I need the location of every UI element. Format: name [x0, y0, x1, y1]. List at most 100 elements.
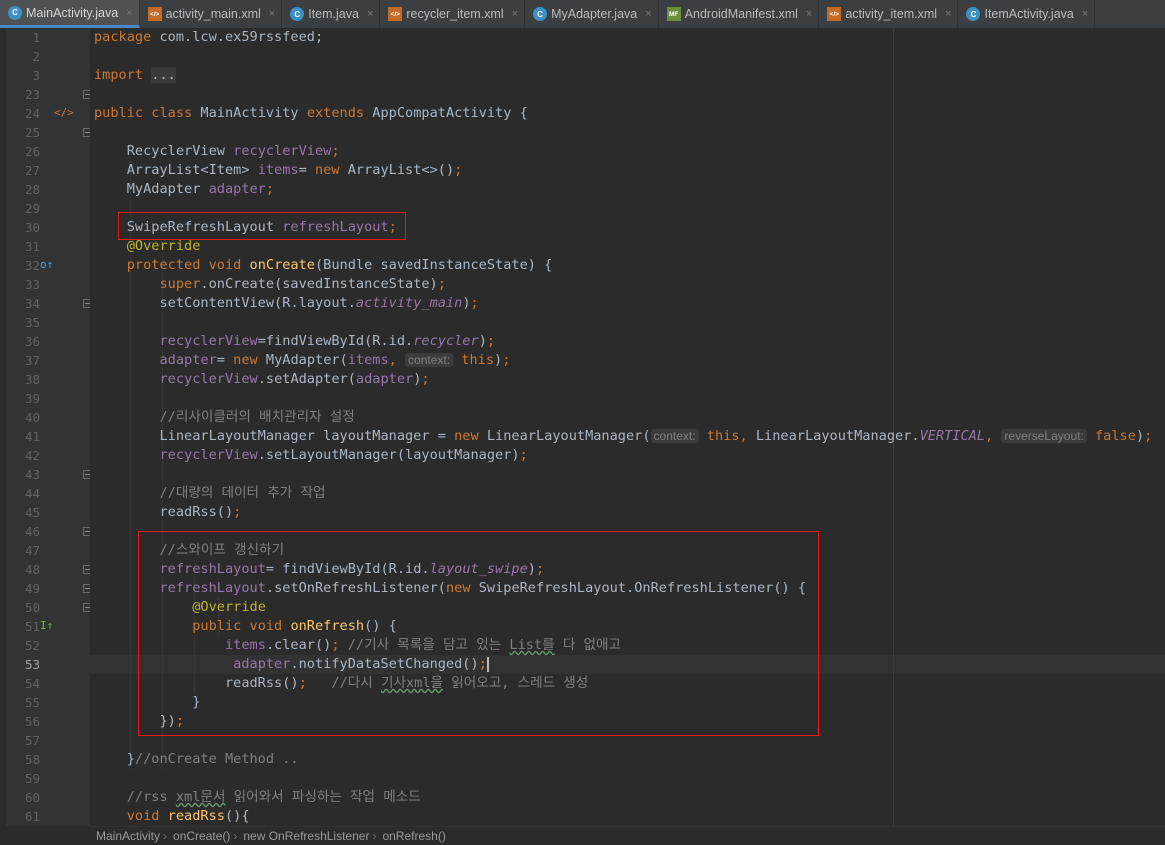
code-token: false [1086, 428, 1136, 444]
line-number: 57 [24, 733, 40, 748]
code-token: new [314, 162, 348, 178]
xml-file-icon: </> [827, 7, 842, 21]
close-icon[interactable]: × [126, 7, 132, 19]
line-number: 23 [24, 87, 40, 102]
line-number: 61 [24, 809, 40, 824]
code-line[interactable]: LinearLayoutManager layoutManager = new … [94, 427, 1152, 446]
code-token: = [298, 162, 315, 178]
tab-mainactivity-java[interactable]: C MainActivity.java × [0, 0, 140, 28]
close-icon[interactable]: × [806, 8, 812, 20]
breadcrumb-item[interactable]: onRefresh() [376, 829, 448, 843]
code-line[interactable]: RecyclerView recyclerView; [94, 142, 1152, 161]
tab-activity-main-xml[interactable]: </> activity_main.xml × [140, 0, 283, 28]
code-token: recyclerView [159, 447, 258, 463]
code-line[interactable]: recyclerView.setAdapter(adapter); [94, 370, 1152, 389]
tab-item-java[interactable]: C Item.java × [282, 0, 381, 28]
close-icon[interactable]: × [1082, 8, 1088, 20]
code-token: this [453, 352, 494, 368]
code-token: ; [331, 143, 340, 159]
close-icon[interactable]: × [367, 8, 373, 20]
code-token: MyAdapter( [265, 352, 348, 368]
java-class-icon: C [290, 7, 305, 21]
breadcrumb-item[interactable]: MainActivity [90, 829, 163, 843]
class-layout-icon[interactable]: </> [54, 106, 74, 119]
code-line[interactable]: //대량의 데이터 추가 작업 [94, 484, 1152, 503]
code-line[interactable]: package com.lcw.ex59rssfeed; [94, 28, 1152, 47]
tab-label: MyAdapter.java [551, 7, 638, 21]
code-token: package [94, 29, 160, 45]
line-number: 40 [24, 410, 40, 425]
code-editor[interactable]: package com.lcw.ex59rssfeed; import ... pu… [90, 28, 1165, 826]
code-line[interactable]: recyclerView=findViewById(R.id.recycler)… [94, 332, 1152, 351]
code-line[interactable] [94, 465, 1152, 484]
code-token: recyclerView [159, 371, 258, 387]
code-token: super [159, 276, 201, 292]
code-token: (Bundle savedInstanceState) { [315, 257, 553, 273]
code-line[interactable] [94, 123, 1152, 142]
override-method-icon[interactable]: o↑ [40, 258, 53, 271]
code-line[interactable]: //리사이클러의 배치관리자 설정 [94, 408, 1152, 427]
code-token: ; [454, 162, 463, 178]
line-number: 37 [24, 353, 40, 368]
code-line[interactable] [94, 47, 1152, 66]
tab-label: activity_item.xml [845, 7, 938, 21]
code-line[interactable]: void readRss(){ [94, 807, 1152, 826]
close-icon[interactable]: × [645, 8, 651, 20]
code-token: ; [233, 504, 242, 520]
code-line[interactable]: setContentView(R.layout.activity_main); [94, 294, 1152, 313]
code-token: ; [486, 333, 496, 349]
line-number: 46 [24, 524, 40, 539]
line-number: 48 [24, 562, 40, 577]
parameter-hint: context: [650, 429, 699, 443]
code-token: new [233, 352, 266, 368]
code-token: (){ [224, 808, 250, 824]
code-token: ; [421, 371, 430, 387]
code-token: com.lcw.ex59rssfeed; [159, 29, 324, 45]
line-number: 3 [32, 68, 40, 83]
code-token: AppCompatActivity { [372, 105, 528, 121]
breadcrumb-item[interactable]: new OnRefreshListener [237, 829, 372, 843]
code-token: , [985, 428, 1002, 444]
code-line[interactable]: recyclerView.setLayoutManager(layoutMana… [94, 446, 1152, 465]
tab-androidmanifest-xml[interactable]: MF AndroidManifest.xml × [659, 0, 820, 28]
tab-myadapter-java[interactable]: C MyAdapter.java × [525, 0, 659, 28]
tab-recycler-item-xml[interactable]: </> recycler_item.xml × [380, 0, 526, 28]
code-line[interactable]: public class MainActivity extends AppCom… [94, 104, 1152, 123]
code-line[interactable]: protected void onCreate(Bundle savedInst… [94, 256, 1152, 275]
code-line[interactable] [94, 389, 1152, 408]
code-line[interactable] [94, 769, 1152, 788]
code-line[interactable]: readRss(); [94, 503, 1152, 522]
code-line[interactable]: adapter= new MyAdapter(items, context: t… [94, 351, 1152, 370]
implement-method-icon[interactable]: I↑ [40, 619, 53, 632]
code-line[interactable]: super.onCreate(savedInstanceState); [94, 275, 1152, 294]
close-icon[interactable]: × [269, 8, 275, 20]
tab-itemactivity-java[interactable]: C ItemActivity.java × [958, 0, 1096, 28]
code-line[interactable] [94, 85, 1152, 104]
code-line[interactable]: ArrayList<Item> items= new ArrayList<>()… [94, 161, 1152, 180]
close-icon[interactable]: × [945, 8, 951, 20]
code-line[interactable]: }//onCreate Method .. [94, 750, 1152, 769]
tab-activity-item-xml[interactable]: </> activity_item.xml × [819, 0, 959, 28]
code-line[interactable]: import ... [94, 66, 1152, 85]
code-line[interactable] [94, 313, 1152, 332]
line-number: 26 [24, 144, 40, 159]
code-token: ; [1144, 428, 1153, 444]
close-icon[interactable]: × [512, 8, 518, 20]
code-token: items [347, 352, 389, 368]
code-token: ) [462, 295, 471, 311]
line-number: 54 [24, 676, 40, 691]
code-token: adapter [208, 181, 266, 197]
code-token: //리사이클러의 배치관리자 설정 [94, 409, 355, 425]
code-line[interactable]: //rss xml문서 읽어와서 파싱하는 작업 메소드 [94, 788, 1152, 807]
code-token: protected void [126, 257, 250, 273]
code-line[interactable]: MyAdapter adapter; [94, 180, 1152, 199]
line-number: 24 [24, 106, 40, 121]
line-number: 59 [24, 771, 40, 786]
line-number: 29 [24, 201, 40, 216]
code-token: ArrayList<>() [347, 162, 455, 178]
line-number: 52 [24, 638, 40, 653]
code-token: ) [478, 333, 487, 349]
breadcrumb-item[interactable]: onCreate() [167, 829, 233, 843]
code-token: VERTICAL [919, 428, 986, 444]
